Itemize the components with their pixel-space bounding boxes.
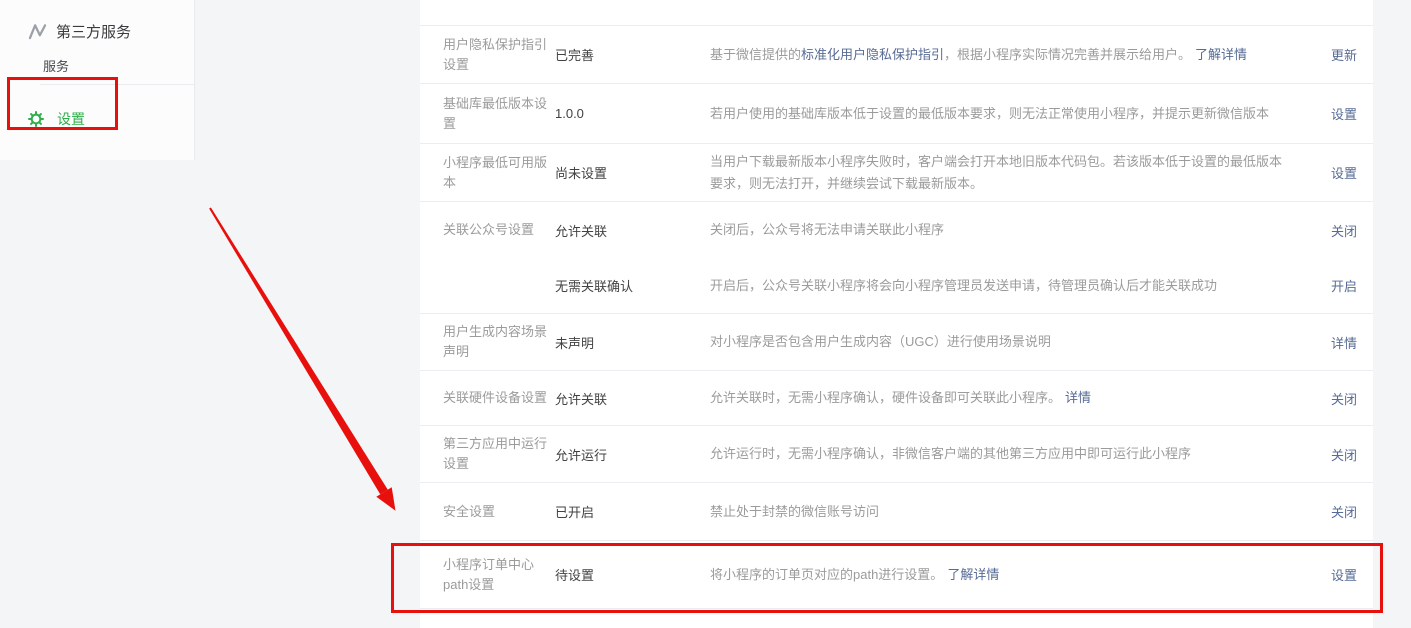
setting-value: 无需关联确认 [555,276,710,295]
table-row: 基础库最低版本设置1.0.0若用户使用的基础库版本低于设置的最低版本要求，则无法… [420,84,1373,144]
setting-label: 小程序订单中心path设置 [443,555,555,595]
setting-value: 尚未设置 [555,163,710,182]
setting-value: 待设置 [555,565,710,584]
setting-label: 第三方应用中运行设置 [443,434,555,474]
setting-description-text: 当用户下载最新版本小程序失败时，客户端会打开本地旧版本代码包。若该版本低于设置的… [710,154,1282,191]
setting-action-link[interactable]: 更新 [1321,45,1357,64]
setting-description-text: 允许运行时，无需小程序确认，非微信客户端的其他第三方应用中即可运行此小程序 [710,446,1191,461]
learn-more-link[interactable]: 了解详情 [947,567,999,582]
setting-label: 基础库最低版本设置 [443,94,555,134]
setting-action-link[interactable]: 关闭 [1321,502,1357,521]
sidebar: 第三方服务 服务 设置 [0,0,195,160]
setting-action-link[interactable]: 关闭 [1321,221,1357,240]
description-inline-link[interactable]: 标准化用户隐私保护指引 [801,47,944,62]
setting-value: 已开启 [555,502,710,521]
setting-description: 将小程序的订单页对应的path进行设置。了解详情 [710,564,1321,586]
setting-description: 基于微信提供的标准化用户隐私保护指引，根据小程序实际情况完善并展示给用户。了解详… [710,44,1321,66]
setting-description: 允许运行时，无需小程序确认，非微信客户端的其他第三方应用中即可运行此小程序 [710,443,1321,465]
table-row: 用户隐私保护指引设置已完善基于微信提供的标准化用户隐私保护指引，根据小程序实际情… [420,26,1373,84]
setting-label: 安全设置 [443,502,555,522]
setting-description-text: 对小程序是否包含用户生成内容（UGC）进行使用场景说明 [710,334,1051,349]
setting-value: 1.0.0 [555,106,710,121]
setting-description-text: 基于微信提供的 [710,47,801,62]
table-row: 第三方应用中运行设置允许运行允许运行时，无需小程序确认，非微信客户端的其他第三方… [420,426,1373,483]
setting-description: 关闭后，公众号将无法申请关联此小程序 [710,219,1321,241]
setting-action-link[interactable]: 设置 [1321,163,1357,182]
setting-value: 已完善 [555,45,710,64]
setting-description: 若用户使用的基础库版本低于设置的最低版本要求，则无法正常使用小程序，并提示更新微… [710,103,1321,125]
learn-more-link[interactable]: 详情 [1065,390,1091,405]
sidebar-title: 第三方服务 [56,21,131,42]
gear-icon [28,111,44,127]
sidebar-header: 第三方服务 [0,0,194,42]
setting-description-text: 开启后，公众号关联小程序将会向小程序管理员发送申请，待管理员确认后才能关联成功 [710,278,1217,293]
setting-action-link[interactable]: 关闭 [1321,389,1357,408]
settings-panel: 用户隐私保护指引设置已完善基于微信提供的标准化用户隐私保护指引，根据小程序实际情… [420,0,1373,628]
setting-action-link[interactable]: 开启 [1321,276,1357,295]
table-row: 无需关联确认开启后，公众号关联小程序将会向小程序管理员发送申请，待管理员确认后才… [420,258,1373,314]
third-party-platform-logo-icon [28,23,47,40]
setting-description-text: 禁止处于封禁的微信账号访问 [710,504,879,519]
setting-value: 未声明 [555,333,710,352]
setting-description: 允许关联时，无需小程序确认，硬件设备即可关联此小程序。详情 [710,387,1321,409]
table-top-divider [420,0,1373,26]
setting-description: 禁止处于封禁的微信账号访问 [710,501,1321,523]
setting-value: 允许关联 [555,389,710,408]
setting-action-link[interactable]: 详情 [1321,333,1357,352]
setting-label: 用户生成内容场景声明 [443,322,555,362]
setting-label: 用户隐私保护指引设置 [443,35,555,75]
sidebar-item-settings-label: 设置 [57,109,85,129]
setting-action-link[interactable]: 设置 [1321,565,1357,584]
setting-label: 关联硬件设备设置 [443,388,555,408]
setting-description-text: ，根据小程序实际情况完善并展示给用户。 [944,47,1191,62]
setting-description-text: 关闭后，公众号将无法申请关联此小程序 [710,222,944,237]
sidebar-section-label: 服务 [43,56,194,75]
setting-description-text: 若用户使用的基础库版本低于设置的最低版本要求，则无法正常使用小程序，并提示更新微… [710,106,1269,121]
table-row: 关联硬件设备设置允许关联允许关联时，无需小程序确认，硬件设备即可关联此小程序。详… [420,371,1373,426]
setting-label: 小程序最低可用版本 [443,153,555,193]
settings-table: 用户隐私保护指引设置已完善基于微信提供的标准化用户隐私保护指引，根据小程序实际情… [420,26,1373,609]
sidebar-item-settings[interactable]: 设置 [28,109,194,129]
table-row: 用户生成内容场景声明未声明对小程序是否包含用户生成内容（UGC）进行使用场景说明… [420,314,1373,371]
setting-description: 当用户下载最新版本小程序失败时，客户端会打开本地旧版本代码包。若该版本低于设置的… [710,151,1321,195]
sidebar-divider [40,84,194,85]
setting-description: 开启后，公众号关联小程序将会向小程序管理员发送申请，待管理员确认后才能关联成功 [710,275,1321,297]
table-row: 小程序订单中心path设置待设置将小程序的订单页对应的path进行设置。了解详情… [420,541,1373,609]
setting-value: 允许运行 [555,445,710,464]
table-row: 关联公众号设置允许关联关闭后，公众号将无法申请关联此小程序 关闭 [420,202,1373,258]
setting-action-link[interactable]: 设置 [1321,104,1357,123]
learn-more-link[interactable]: 了解详情 [1195,47,1247,62]
setting-value: 允许关联 [555,221,710,240]
table-row: 安全设置已开启禁止处于封禁的微信账号访问 关闭 [420,483,1373,541]
setting-description-text: 允许关联时，无需小程序确认，硬件设备即可关联此小程序。 [710,390,1061,405]
table-row: 小程序最低可用版本尚未设置当用户下载最新版本小程序失败时，客户端会打开本地旧版本… [420,144,1373,202]
setting-label: 关联公众号设置 [443,220,555,240]
setting-description-text: 将小程序的订单页对应的path进行设置。 [710,567,943,582]
setting-description: 对小程序是否包含用户生成内容（UGC）进行使用场景说明 [710,331,1321,353]
setting-action-link[interactable]: 关闭 [1321,445,1357,464]
annotation-arrow [198,196,408,526]
